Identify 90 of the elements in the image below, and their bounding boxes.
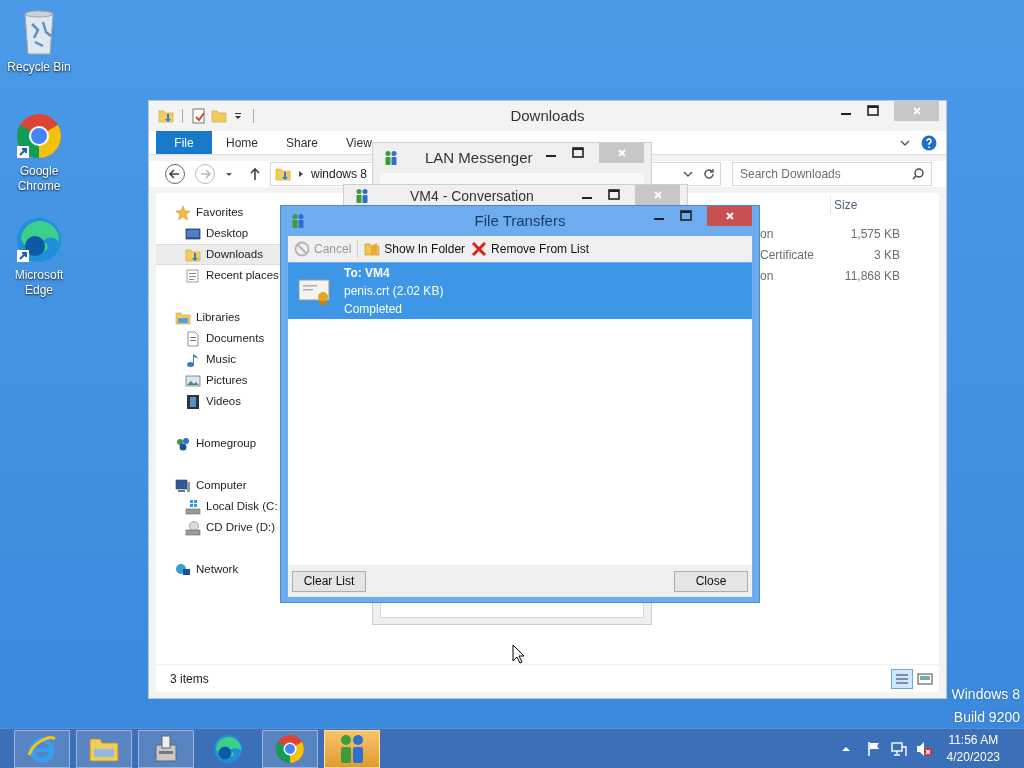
star-icon	[175, 204, 191, 221]
close-icon	[911, 106, 922, 116]
maximize-icon[interactable]	[572, 147, 584, 159]
people-icon	[354, 187, 370, 204]
folder-icon	[175, 309, 191, 326]
nav-item[interactable]: Recent places	[156, 265, 290, 286]
taskbar-button[interactable]	[324, 729, 380, 768]
nav-item[interactable]: Homegroup	[156, 433, 290, 454]
folder-icon[interactable]	[158, 108, 174, 124]
delete-icon	[471, 241, 488, 257]
properties-icon[interactable]	[191, 108, 207, 124]
window-title: File Transfers	[474, 210, 566, 231]
window-title: Downloads	[510, 105, 585, 126]
people-icon	[383, 150, 399, 166]
search-icon[interactable]	[911, 167, 925, 181]
computer-icon	[175, 477, 191, 494]
table-cell-text: Certificate	[760, 246, 816, 264]
close-icon	[724, 211, 735, 221]
nav-item[interactable]: Videos	[156, 391, 290, 412]
ribbon-tab[interactable]: Home	[212, 131, 272, 154]
chrome-logo-icon[interactable]	[15, 112, 63, 160]
file-name: penis.crt (2.02 KB)	[344, 283, 444, 300]
window-title: VM4 - Conversation	[410, 187, 534, 204]
nav-item[interactable]: Favorites	[156, 202, 290, 223]
close-button[interactable]	[707, 206, 752, 226]
edge-logo-icon	[212, 732, 244, 765]
nav-item[interactable]: Desktop	[156, 223, 290, 244]
toolbar-button[interactable]: Show In Folder	[364, 240, 466, 258]
breadcrumb-item[interactable]: windows 8	[311, 165, 368, 183]
nav-item[interactable]: Local Disk (C:	[156, 496, 290, 517]
help-icon[interactable]	[921, 134, 937, 151]
film-icon	[185, 393, 201, 410]
window-title: LAN Messenger	[425, 147, 533, 168]
certificate-icon	[298, 276, 332, 306]
table-cell-text: 3 KB	[873, 246, 900, 264]
flag-icon[interactable]	[865, 740, 882, 757]
nav-item[interactable]: Music	[156, 349, 290, 370]
maximize-icon[interactable]	[608, 189, 620, 201]
music-note-icon	[185, 351, 201, 368]
folder-icon	[275, 166, 291, 182]
nav-item[interactable]: Network	[156, 559, 290, 580]
dialog-button[interactable]: Clear List	[292, 570, 366, 592]
refresh-icon[interactable]	[702, 167, 716, 181]
transfer-recipient: To: VM4	[344, 265, 391, 282]
folder-icon	[185, 246, 201, 263]
close-icon	[616, 148, 627, 158]
details-view-icon[interactable]	[891, 668, 913, 689]
table-cell-text: 1,575 KB	[849, 225, 900, 243]
document-icon	[185, 330, 201, 347]
clock-date[interactable]: 4/20/2023	[946, 748, 1000, 766]
dropdown-icon[interactable]	[233, 111, 243, 121]
drive-icon	[185, 519, 201, 536]
ribbon-tab[interactable]: Share	[272, 131, 333, 154]
cancel-icon	[294, 241, 310, 257]
network-icon	[175, 561, 191, 578]
os-version-text: Windows 8	[951, 685, 1020, 704]
up-arrow-icon[interactable]	[248, 167, 262, 181]
os-version-text: Build 9200	[953, 708, 1020, 727]
maximize-icon[interactable]	[867, 105, 879, 117]
column-header[interactable]: Size	[830, 196, 900, 214]
clock-time[interactable]: 11:56 AM	[948, 731, 999, 749]
speaker-muted-icon[interactable]	[915, 740, 932, 757]
ribbon-tab[interactable]: View	[332, 131, 386, 154]
homegroup-icon	[175, 435, 191, 452]
people-icon	[290, 213, 306, 229]
table-cell-text: on	[760, 225, 775, 243]
toolbar-button[interactable]: Remove From List	[471, 240, 590, 258]
transfer-status: Completed	[344, 301, 404, 318]
nav-item[interactable]: Pictures	[156, 370, 290, 391]
nav-item[interactable]: Computer	[156, 475, 290, 496]
table-cell-text: on	[760, 267, 775, 285]
nav-item[interactable]: CD Drive (D:)	[156, 517, 290, 538]
status-text: 3 items	[170, 670, 209, 688]
breadcrumb-arrow-icon[interactable]	[297, 170, 305, 178]
search-field[interactable]: Search Downloads	[732, 162, 932, 186]
nav-item[interactable]: Documents	[156, 328, 290, 349]
document-icon	[185, 267, 201, 284]
folder-icon	[364, 241, 381, 257]
close-icon	[652, 190, 663, 200]
monitor-icon	[185, 225, 201, 242]
drive-icon	[185, 498, 201, 515]
edge-logo-icon[interactable]	[15, 216, 63, 264]
back-icon[interactable]	[164, 163, 186, 185]
network-icon[interactable]	[890, 740, 907, 757]
chrome-logo-icon	[274, 732, 306, 765]
maximize-icon[interactable]	[680, 210, 692, 222]
table-cell-text: 11,868 KB	[843, 267, 900, 285]
nav-item[interactable]: Libraries	[156, 307, 290, 328]
image-icon	[185, 372, 201, 389]
dialog-button[interactable]: Close	[674, 570, 748, 592]
